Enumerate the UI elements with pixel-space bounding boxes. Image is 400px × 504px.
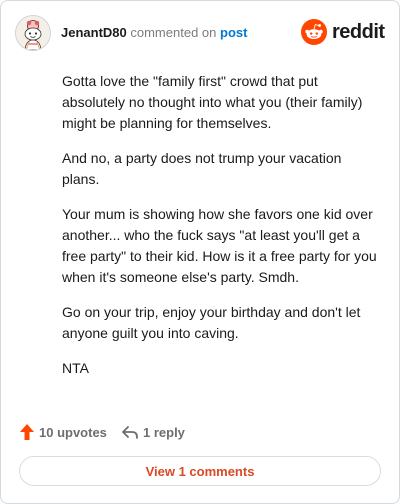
upvote-button[interactable]: 10 upvotes bbox=[19, 421, 107, 443]
comment-paragraph: NTA bbox=[62, 360, 89, 376]
upvote-count: 10 upvotes bbox=[39, 424, 107, 440]
comment-body: Gotta love the "family first" crowd that… bbox=[62, 71, 382, 393]
comment-paragraph: Gotta love the "family first" crowd that… bbox=[62, 73, 363, 131]
username[interactable]: JenantD80 bbox=[61, 25, 127, 40]
snoo-avatar-icon bbox=[16, 16, 50, 50]
reddit-logo[interactable]: reddit bbox=[301, 19, 385, 47]
post-link[interactable]: post bbox=[220, 25, 247, 40]
comment-paragraph: Your mum is showing how she favors one k… bbox=[62, 206, 377, 285]
comment-header: JenantD80 commented on post reddit bbox=[15, 15, 385, 51]
view-comments-button[interactable]: View 1 comments bbox=[19, 456, 381, 486]
user-avatar[interactable] bbox=[15, 15, 51, 51]
comment-card: JenantD80 commented on post reddit Gotta… bbox=[0, 0, 400, 504]
reply-button[interactable]: 1 reply bbox=[121, 421, 185, 443]
commented-on-text: commented on bbox=[130, 25, 217, 40]
comment-meta: JenantD80 commented on post bbox=[61, 25, 247, 41]
reply-count: 1 reply bbox=[143, 424, 185, 440]
comment-paragraph: Go on your trip, enjoy your birthday and… bbox=[62, 304, 361, 341]
reddit-wordmark: reddit bbox=[332, 21, 385, 43]
reddit-snoo-icon bbox=[301, 19, 327, 45]
reply-arrow-icon bbox=[122, 426, 138, 439]
upvote-arrow-icon bbox=[20, 424, 34, 440]
comment-paragraph: And no, a party does not trump your vaca… bbox=[62, 150, 342, 187]
